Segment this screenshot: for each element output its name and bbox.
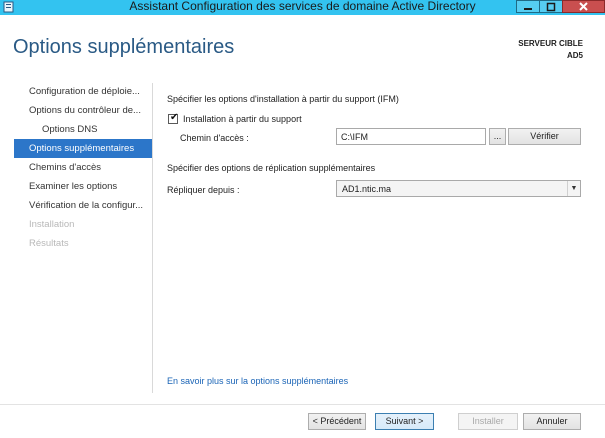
- ifm-section-title: Spécifier les options d'installation à p…: [167, 94, 399, 104]
- install-button: Installer: [458, 413, 518, 430]
- minimize-button[interactable]: [516, 0, 540, 13]
- path-input[interactable]: [336, 128, 486, 145]
- cancel-button[interactable]: Annuler: [523, 413, 581, 430]
- nav-item-dc-options[interactable]: Options du contrôleur de...: [14, 101, 152, 120]
- replicate-from-select[interactable]: AD1.ntic.ma ▼: [336, 180, 581, 197]
- footer-divider: [0, 404, 605, 405]
- replication-section-title: Spécifier des options de réplication sup…: [167, 163, 376, 173]
- nav-item-deployment-config[interactable]: Configuration de déploie...: [14, 82, 152, 101]
- wizard-nav: Configuration de déploie... Options du c…: [14, 82, 152, 253]
- next-button[interactable]: Suivant >: [375, 413, 434, 430]
- title-bar[interactable]: Assistant Configuration des services de …: [0, 0, 605, 15]
- browse-button[interactable]: ...: [489, 128, 506, 145]
- ifm-checkbox-label[interactable]: Installation à partir du support: [183, 114, 302, 124]
- chevron-down-icon[interactable]: ▼: [567, 181, 580, 196]
- target-server-value: AD5: [566, 51, 583, 60]
- window-title: Assistant Configuration des services de …: [129, 0, 476, 13]
- maximize-button[interactable]: [539, 0, 563, 13]
- verify-button[interactable]: Vérifier: [508, 128, 581, 145]
- close-button[interactable]: [562, 0, 605, 13]
- close-icon: [579, 2, 588, 11]
- target-server-label: SERVEUR CIBLE: [518, 39, 583, 48]
- nav-item-installation: Installation: [29, 219, 75, 230]
- ifm-checkbox[interactable]: ✔: [168, 112, 179, 124]
- minimize-icon: [524, 8, 532, 10]
- wizard-window: Assistant Configuration des services de …: [0, 0, 605, 438]
- learn-more-link[interactable]: En savoir plus sur la options supplément…: [167, 376, 348, 386]
- nav-item-review-options[interactable]: Examiner les options: [14, 177, 152, 196]
- nav-item-prerequisites-check[interactable]: Vérification de la configur...: [14, 196, 152, 215]
- path-label: Chemin d'accès :: [180, 133, 249, 143]
- replicate-from-label: Répliquer depuis :: [167, 185, 240, 195]
- nav-item-results: Résultats: [29, 238, 69, 249]
- nav-item-additional-options[interactable]: Options supplémentaires: [14, 139, 152, 158]
- checkmark-icon: ✔: [170, 112, 179, 123]
- maximize-icon: [546, 2, 556, 12]
- nav-divider: [152, 83, 153, 393]
- target-server: SERVEUR CIBLE AD5: [518, 38, 583, 62]
- nav-item-dns-options[interactable]: Options DNS: [14, 120, 152, 139]
- nav-item-paths[interactable]: Chemins d'accès: [14, 158, 152, 177]
- page-title: Options supplémentaires: [13, 36, 235, 58]
- replicate-from-value: AD1.ntic.ma: [342, 184, 392, 194]
- back-button[interactable]: < Précédent: [308, 413, 366, 430]
